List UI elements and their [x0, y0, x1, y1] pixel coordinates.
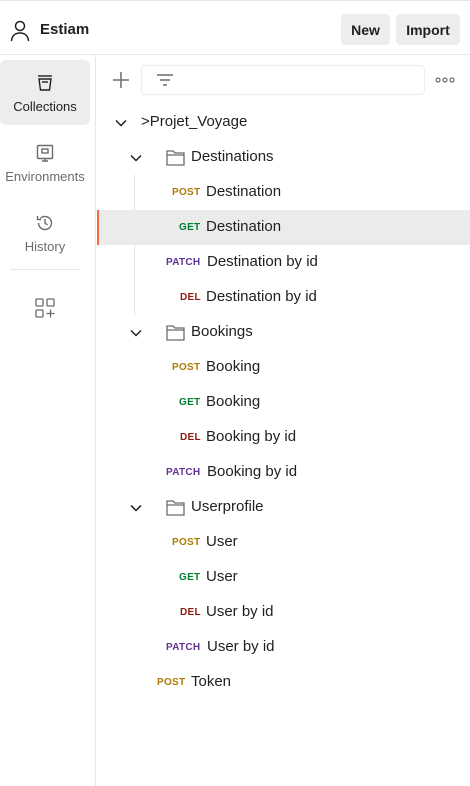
workspace-name[interactable]: Estiam — [40, 21, 89, 38]
environments-icon — [36, 144, 54, 162]
request-row[interactable]: POST User — [97, 525, 470, 560]
folder-row-destinations[interactable]: Destinations — [97, 140, 470, 175]
request-name: Destination by id — [207, 253, 318, 270]
sidebar-item-label: Environments — [5, 169, 85, 184]
more-horizontal-icon — [435, 77, 455, 83]
add-collection-button[interactable] — [108, 67, 134, 93]
sidebar-item-collections[interactable]: Collections — [0, 60, 90, 125]
top-bar: Estiam New Import — [0, 0, 470, 55]
request-row[interactable]: PATCH Destination by id — [97, 245, 470, 280]
request-name: Booking by id — [206, 428, 297, 445]
chevron-down-icon[interactable] — [129, 326, 143, 340]
folder-name: Destinations — [191, 148, 274, 165]
user-icon[interactable] — [10, 20, 30, 42]
import-button[interactable]: Import — [396, 14, 460, 45]
request-row[interactable]: PATCH User by id — [97, 630, 470, 665]
request-name: Booking — [206, 358, 261, 375]
method-badge: PATCH — [166, 642, 201, 653]
request-row[interactable]: POST Token — [97, 665, 470, 700]
sidebar-item-label: Collections — [13, 99, 77, 114]
sidebar: Collections Environments History — [0, 55, 96, 786]
folder-name: Bookings — [191, 323, 253, 340]
folder-name: Userprofile — [191, 498, 264, 515]
folder-icon — [166, 500, 185, 516]
method-badge: POST — [172, 362, 201, 373]
method-badge: GET — [179, 397, 201, 408]
folder-row-userprofile[interactable]: Userprofile — [97, 490, 470, 525]
request-row[interactable]: POST Booking — [97, 350, 470, 385]
request-row[interactable]: GET User — [97, 560, 470, 595]
request-name: Token — [191, 673, 232, 690]
filter-icon — [157, 74, 173, 86]
chevron-down-icon[interactable] — [129, 151, 143, 165]
collections-icon — [38, 75, 52, 91]
add-widget-icon[interactable] — [34, 297, 56, 319]
search-input[interactable] — [141, 65, 425, 95]
request-name: User — [206, 568, 238, 585]
request-name: User by id — [207, 638, 275, 655]
plus-icon — [113, 72, 129, 88]
method-badge: POST — [172, 187, 201, 198]
method-badge: PATCH — [166, 467, 201, 478]
collection-name: >Projet_Voyage — [141, 113, 248, 130]
sidebar-item-environments[interactable]: Environments — [0, 130, 90, 195]
request-row[interactable]: PATCH Booking by id — [97, 455, 470, 490]
request-row[interactable]: DEL Destination by id — [97, 280, 470, 315]
request-name: Booking — [206, 393, 261, 410]
request-row[interactable]: POST Destination — [97, 175, 470, 210]
request-name: Booking by id — [207, 463, 298, 480]
collection-row[interactable]: >Projet_Voyage — [97, 105, 470, 140]
request-name: Destination by id — [206, 288, 317, 305]
sidebar-item-history[interactable]: History — [0, 200, 90, 265]
new-button[interactable]: New — [341, 14, 390, 45]
method-badge: DEL — [180, 432, 201, 443]
method-badge: DEL — [180, 292, 201, 303]
request-row-selected[interactable]: GET Destination — [97, 210, 470, 245]
method-badge: PATCH — [166, 257, 201, 268]
chevron-down-icon[interactable] — [114, 116, 128, 130]
method-badge: POST — [172, 537, 201, 548]
method-badge: GET — [179, 572, 201, 583]
folder-icon — [166, 325, 185, 341]
request-name: User by id — [206, 603, 274, 620]
history-icon — [36, 215, 53, 231]
folder-row-bookings[interactable]: Bookings — [97, 315, 470, 350]
request-row[interactable]: DEL Booking by id — [97, 420, 470, 455]
request-row[interactable]: GET Booking — [97, 385, 470, 420]
method-badge: DEL — [180, 607, 201, 618]
request-name: Destination — [206, 218, 282, 235]
method-badge: POST — [157, 677, 186, 688]
chevron-down-icon[interactable] — [129, 501, 143, 515]
request-name: User — [206, 533, 238, 550]
method-badge: GET — [179, 222, 201, 233]
more-options-button[interactable] — [433, 67, 457, 93]
folder-icon — [166, 150, 185, 166]
request-name: Destination — [206, 183, 282, 200]
sidebar-item-label: History — [24, 239, 66, 254]
sidebar-divider — [10, 269, 80, 270]
request-row[interactable]: DEL User by id — [97, 595, 470, 630]
